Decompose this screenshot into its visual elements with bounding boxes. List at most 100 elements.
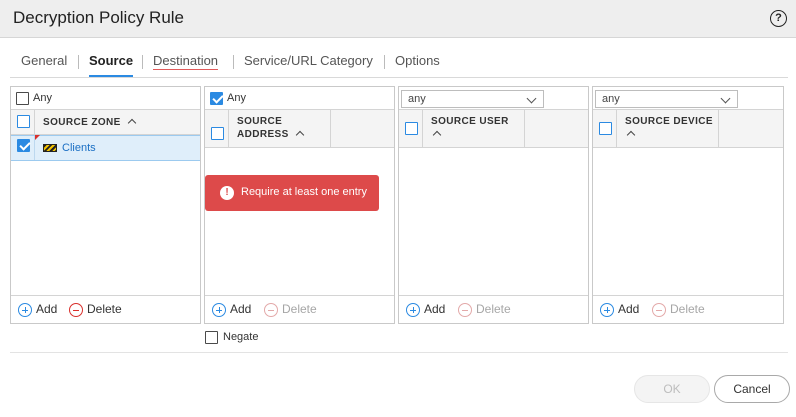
sort-ascending-icon	[432, 130, 442, 140]
dialog-title: Decryption Policy Rule	[13, 8, 185, 27]
negate-checkbox[interactable]	[205, 331, 218, 344]
source-zone-header: SOURCE ZONE	[11, 110, 200, 135]
source-user-add-button[interactable]: Add	[406, 302, 452, 318]
source-user-footer: Add Delete	[399, 295, 588, 323]
table-row[interactable]: Clients	[11, 135, 200, 161]
delete-icon	[458, 303, 472, 317]
source-device-select[interactable]: any	[595, 90, 738, 108]
source-address-any-checkbox[interactable]	[210, 92, 223, 105]
source-address-header-line2: ADDRESS	[237, 129, 289, 140]
delete-label: Delete	[87, 302, 122, 316]
row-checkbox[interactable]	[17, 139, 30, 152]
sort-ascending-icon	[127, 118, 136, 128]
add-label: Add	[36, 302, 58, 316]
chevron-down-icon	[526, 93, 537, 104]
tab-separator	[78, 55, 79, 69]
source-user-select-value: any	[408, 93, 426, 105]
cancel-button[interactable]: Cancel	[714, 375, 790, 403]
source-device-select-value: any	[602, 93, 620, 105]
source-zone-header-checkbox-cell	[11, 110, 35, 134]
tab-source[interactable]: Source	[89, 53, 134, 77]
validation-error-tooltip: ! Require at least one entry	[205, 175, 379, 211]
dialog-title-bar: Decryption Policy Rule ?	[0, 0, 796, 38]
add-icon	[18, 303, 32, 317]
source-user-column-header[interactable]: SOURCE USER	[431, 115, 509, 141]
source-zone-footer: Add Delete	[11, 295, 200, 323]
source-device-panel: any SOURCE DEVICE Add Delete	[592, 86, 784, 324]
delete-label: Delete	[476, 302, 511, 316]
source-address-select-all-checkbox[interactable]	[211, 127, 224, 140]
source-zone-delete-button[interactable]: Delete	[69, 302, 129, 318]
source-address-header-checkbox-cell	[205, 110, 229, 147]
tab-general[interactable]: General	[21, 53, 67, 77]
source-address-column-header[interactable]: SOURCE ADDRESS	[237, 115, 304, 141]
source-user-header: SOURCE USER	[399, 110, 588, 148]
error-icon: !	[220, 186, 234, 200]
source-zone-add-button[interactable]: Add	[18, 302, 64, 318]
source-user-delete-button[interactable]: Delete	[458, 302, 518, 318]
source-user-header-label: SOURCE USER	[431, 116, 509, 127]
source-device-footer: Add Delete	[593, 295, 783, 323]
source-device-column-header[interactable]: SOURCE DEVICE	[625, 115, 713, 141]
source-user-panel: any SOURCE USER Add Delete	[398, 86, 589, 324]
footer-divider	[10, 352, 788, 353]
delete-label: Delete	[670, 302, 705, 316]
tab-separator	[233, 55, 234, 69]
delete-label: Delete	[282, 302, 317, 316]
add-label: Add	[424, 302, 446, 316]
add-label: Add	[230, 302, 252, 316]
column-separator	[524, 110, 525, 147]
negate-label: Negate	[223, 331, 259, 343]
tab-bar: General Source Destination Service/URL C…	[10, 50, 788, 78]
source-user-header-checkbox-cell	[399, 110, 423, 147]
source-device-header-checkbox-cell	[593, 110, 617, 147]
source-user-select[interactable]: any	[401, 90, 544, 108]
tab-destination-label: Destination	[153, 53, 219, 70]
source-zone-any-checkbox[interactable]	[16, 92, 29, 105]
source-address-any-label: Any	[227, 92, 246, 104]
add-icon	[406, 303, 420, 317]
source-address-delete-button[interactable]: Delete	[264, 302, 324, 318]
add-label: Add	[618, 302, 640, 316]
column-separator	[718, 110, 719, 147]
changed-marker-icon	[35, 135, 40, 140]
tab-destination[interactable]: Destination	[153, 53, 219, 77]
source-user-select-bar: any	[399, 87, 588, 110]
sort-ascending-icon	[295, 130, 304, 140]
source-address-header: SOURCE ADDRESS	[205, 110, 394, 148]
source-device-select-all-checkbox[interactable]	[599, 122, 612, 135]
column-separator	[330, 110, 331, 147]
ok-button[interactable]: OK	[634, 375, 710, 403]
source-device-header: SOURCE DEVICE	[593, 110, 783, 148]
delete-icon	[69, 303, 83, 317]
source-device-add-button[interactable]: Add	[600, 302, 646, 318]
source-address-add-button[interactable]: Add	[212, 302, 258, 318]
delete-icon	[264, 303, 278, 317]
source-address-header-line1: SOURCE	[237, 116, 283, 127]
source-zone-panel: Any SOURCE ZONE Clients Add Delete	[10, 86, 201, 324]
zone-icon	[43, 144, 57, 152]
tab-separator	[384, 55, 385, 69]
source-device-header-label: SOURCE DEVICE	[625, 116, 713, 127]
source-zone-header-label: SOURCE ZONE	[43, 117, 121, 128]
tab-separator	[142, 55, 143, 69]
zone-name[interactable]: Clients	[62, 142, 96, 154]
source-device-select-bar: any	[593, 87, 783, 110]
chevron-down-icon	[720, 93, 731, 104]
source-zone-column-header[interactable]: SOURCE ZONE	[43, 116, 136, 129]
source-zone-select-all-checkbox[interactable]	[17, 115, 30, 128]
help-icon[interactable]: ?	[770, 10, 787, 27]
tab-service-url-category[interactable]: Service/URL Category	[244, 53, 373, 77]
row-checkbox-cell	[11, 136, 35, 160]
add-icon	[600, 303, 614, 317]
source-device-delete-button[interactable]: Delete	[652, 302, 712, 318]
delete-icon	[652, 303, 666, 317]
add-icon	[212, 303, 226, 317]
source-address-any-bar: Any	[205, 87, 394, 110]
source-user-select-all-checkbox[interactable]	[405, 122, 418, 135]
source-zone-any-bar: Any	[11, 87, 200, 110]
sort-ascending-icon	[626, 130, 636, 140]
error-message: Require at least one entry	[241, 186, 367, 198]
source-zone-any-label: Any	[33, 92, 52, 104]
tab-options[interactable]: Options	[395, 53, 440, 77]
